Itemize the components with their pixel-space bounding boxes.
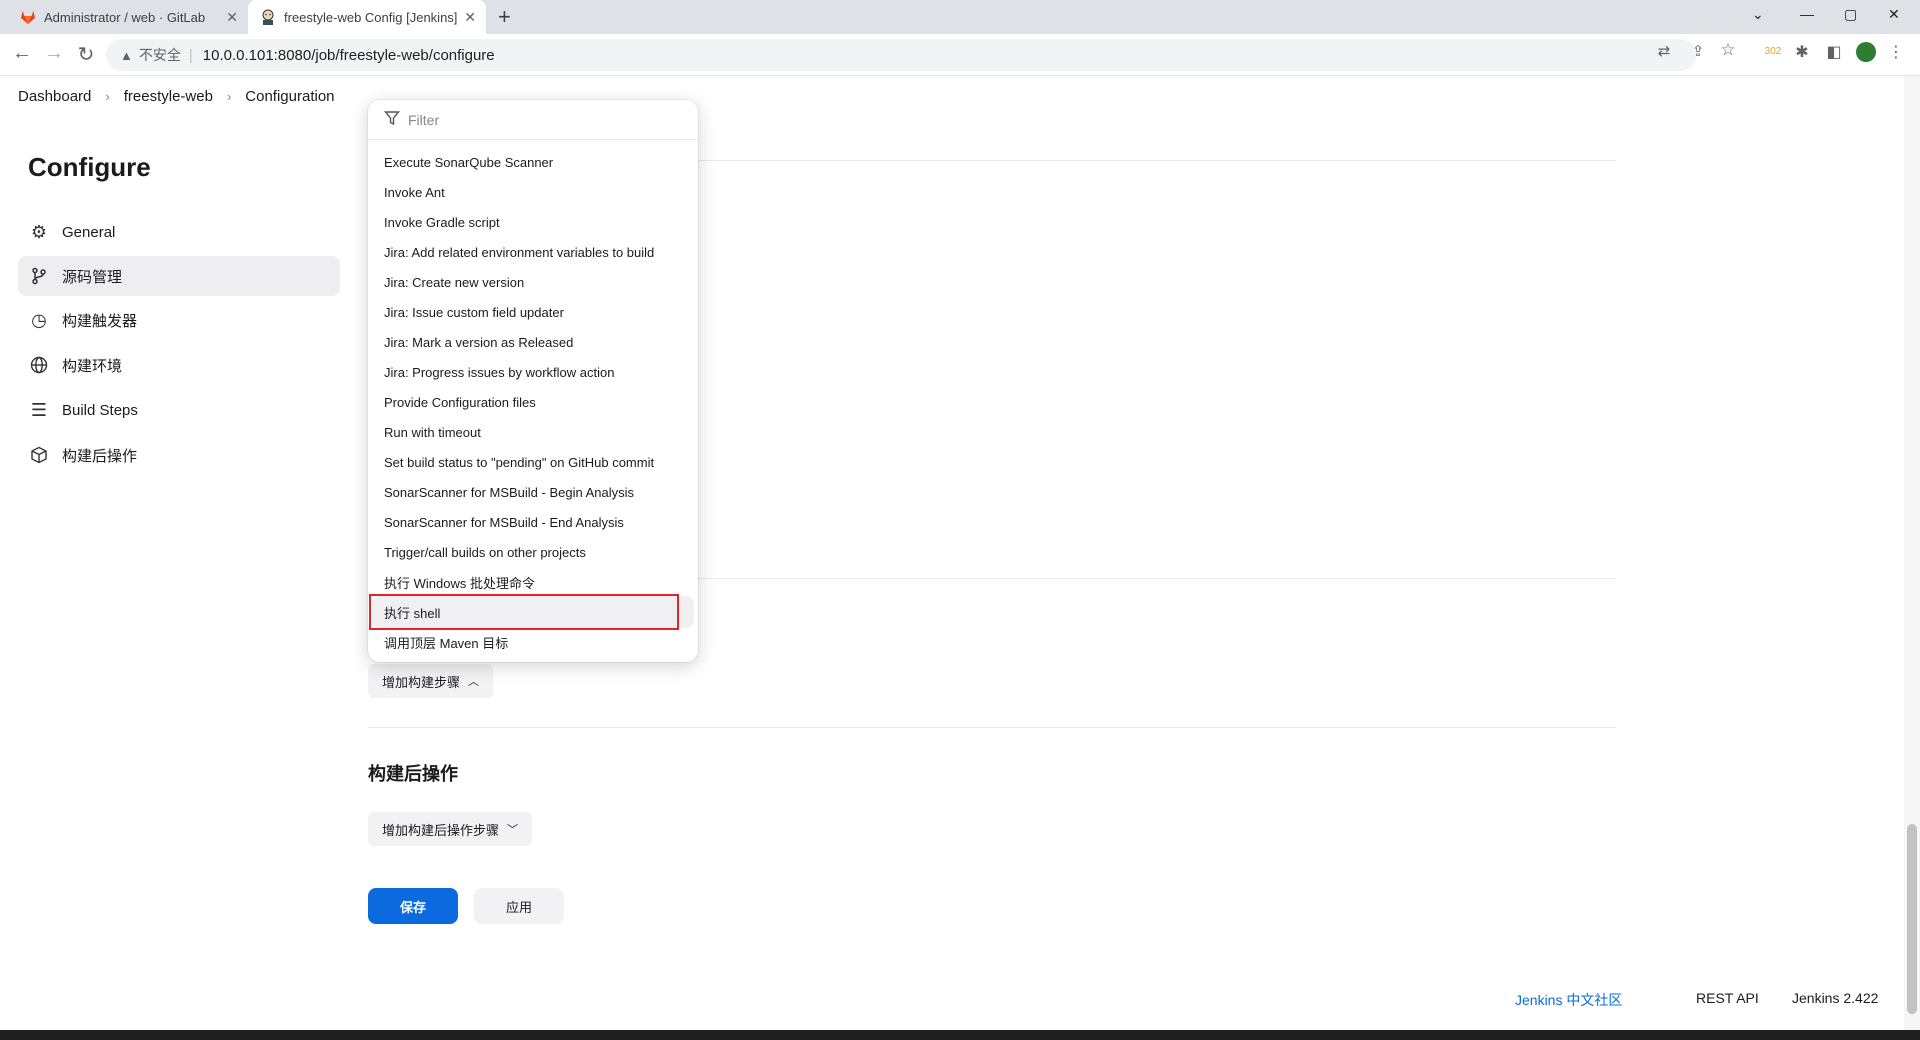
translate-icon[interactable]: ⇄ <box>1652 42 1676 60</box>
breadcrumb-configuration[interactable]: Configuration <box>245 88 334 105</box>
menu-item[interactable]: Jira: Create new version <box>384 267 524 297</box>
sidebar-item-label: 构建触发器 <box>62 312 138 330</box>
close-icon[interactable]: ✕ <box>464 9 476 26</box>
menu-item[interactable]: 执行 Windows 批处理命令 <box>384 567 535 597</box>
sidebar-item-environment[interactable]: 构建环境 <box>18 345 340 385</box>
breadcrumb: Dashboard › freestyle-web › Configuratio… <box>18 88 335 105</box>
extension-badge[interactable]: 302 <box>1758 46 1788 57</box>
browser-tab-title: Administrator / web · GitLab <box>44 9 206 25</box>
close-icon[interactable]: ✕ <box>226 9 238 26</box>
chevron-down-icon: ﹀ <box>507 824 519 836</box>
footer-rest-api-link[interactable]: REST API <box>1696 990 1759 1006</box>
avatar[interactable] <box>1854 42 1878 68</box>
url-text: 10.0.0.101:8080/job/freestyle-web/config… <box>202 46 495 64</box>
reload-icon[interactable]: ↻ <box>74 42 98 67</box>
share-icon[interactable]: ⇪ <box>1686 42 1710 60</box>
add-build-step-button[interactable]: 增加构建步骤 ︿ <box>368 664 494 698</box>
menu-item[interactable]: SonarScanner for MSBuild - End Analysis <box>384 507 624 537</box>
scrollbar-thumb[interactable] <box>1907 824 1917 1014</box>
chevron-up-icon: ︿ <box>468 676 480 688</box>
build-step-dropdown: Filter Execute SonarQube Scanner Invoke … <box>368 100 698 662</box>
menu-item[interactable]: Set build status to "pending" on GitHub … <box>384 447 654 477</box>
browser-tab-title: freestyle-web Config [Jenkins] <box>284 9 458 25</box>
button-label: 增加构建步骤 <box>382 674 461 690</box>
gitlab-icon <box>20 9 36 25</box>
menu-item[interactable]: Jira: Add related environment variables … <box>384 237 654 267</box>
sidebar-item-triggers[interactable]: ◷ 构建触发器 <box>18 300 340 340</box>
filter-placeholder: Filter <box>408 111 440 128</box>
chevron-down-icon[interactable]: ⌄ <box>1752 6 1764 23</box>
divider: | <box>188 46 193 64</box>
sidebar-item-label: Build Steps <box>62 401 138 419</box>
breadcrumb-job[interactable]: freestyle-web <box>124 88 213 105</box>
sidebar-item-build-steps[interactable]: ☰ Build Steps <box>18 390 340 430</box>
restore-icon[interactable]: ▢ <box>1844 6 1857 23</box>
sidebar-item-label: 源码管理 <box>62 268 123 286</box>
jenkins-icon <box>260 9 276 25</box>
browser-tab-jenkins[interactable]: freestyle-web Config [Jenkins] ✕ <box>248 0 486 34</box>
menu-item[interactable]: Jira: Issue custom field updater <box>384 297 564 327</box>
bookmark-star-icon[interactable]: ☆ <box>1716 40 1740 60</box>
close-window-icon[interactable]: ✕ <box>1888 6 1900 23</box>
browser-tab-gitlab[interactable]: Administrator / web · GitLab ✕ <box>8 0 248 34</box>
sidebar-item-general[interactable]: ⚙ General <box>18 212 340 252</box>
footer-community-link[interactable]: Jenkins 中文社区 <box>1515 990 1622 1010</box>
button-label: 增加构建后操作步骤 <box>382 822 500 838</box>
sidebar-item-label: General <box>62 223 116 241</box>
sidebar-item-scm[interactable]: 源码管理 <box>18 256 340 296</box>
branch-icon <box>28 265 50 287</box>
save-button[interactable]: 保存 <box>368 888 458 924</box>
package-icon <box>28 444 50 466</box>
menu-item[interactable]: Invoke Ant <box>384 177 445 207</box>
page-title: Configure <box>28 152 151 182</box>
taskbar <box>0 1030 1920 1040</box>
puzzle-icon[interactable]: ✱ <box>1790 42 1814 62</box>
sidebar-item-label: 构建环境 <box>62 357 123 375</box>
insecure-label: 不安全 <box>138 47 181 63</box>
chevron-right-icon: › <box>105 89 110 104</box>
globe-icon <box>28 354 50 376</box>
menu-item[interactable]: Jira: Mark a version as Released <box>384 327 573 357</box>
section-divider <box>368 727 1616 728</box>
address-bar[interactable]: ▲ 不安全 | 10.0.0.101:8080/job/freestyle-we… <box>106 39 1696 71</box>
side-panel-icon[interactable]: ◧ <box>1822 42 1846 62</box>
browser-tabstrip: Administrator / web · GitLab ✕ freestyle… <box>0 0 1920 34</box>
minimize-icon[interactable]: — <box>1800 6 1814 22</box>
sidebar-item-post-build[interactable]: 构建后操作 <box>18 435 340 475</box>
menu-item[interactable]: Provide Configuration files <box>384 387 536 417</box>
menu-item[interactable]: Run with timeout <box>384 417 481 447</box>
menu-item[interactable]: Execute SonarQube Scanner <box>384 147 553 177</box>
menu-item[interactable]: 调用顶层 Maven 目标 <box>384 627 508 657</box>
filter-icon <box>384 110 400 130</box>
menu-item[interactable]: Trigger/call builds on other projects <box>384 537 586 567</box>
breadcrumb-dashboard[interactable]: Dashboard <box>18 88 91 105</box>
gear-icon: ⚙ <box>30 221 48 242</box>
clock-icon: ◷ <box>31 309 47 330</box>
sidebar-item-label: 构建后操作 <box>62 447 138 465</box>
forward-icon[interactable]: → <box>42 42 66 65</box>
menu-item[interactable]: SonarScanner for MSBuild - Begin Analysi… <box>384 477 634 507</box>
back-icon[interactable]: ← <box>10 42 34 65</box>
footer-version[interactable]: Jenkins 2.422 <box>1792 990 1878 1006</box>
filter-input[interactable]: Filter <box>368 100 698 140</box>
list-icon: ☰ <box>30 399 48 420</box>
warning-icon: ▲ <box>120 47 133 63</box>
add-post-build-step-button[interactable]: 增加构建后操作步骤 ﹀ <box>368 812 533 846</box>
kebab-menu-icon[interactable]: ⋮ <box>1884 42 1908 62</box>
menu-item[interactable]: Invoke Gradle script <box>384 207 500 237</box>
new-tab-icon[interactable]: + <box>498 4 511 30</box>
post-build-section-title: 构建后操作 <box>368 764 458 784</box>
menu-item[interactable]: Jira: Progress issues by workflow action <box>384 357 614 387</box>
chevron-right-icon: › <box>226 89 232 104</box>
highlight-box <box>369 594 679 630</box>
apply-button[interactable]: 应用 <box>474 888 564 924</box>
browser-toolbar: ← → ↻ ▲ 不安全 | 10.0.0.101:8080/job/freest… <box>0 34 1920 76</box>
